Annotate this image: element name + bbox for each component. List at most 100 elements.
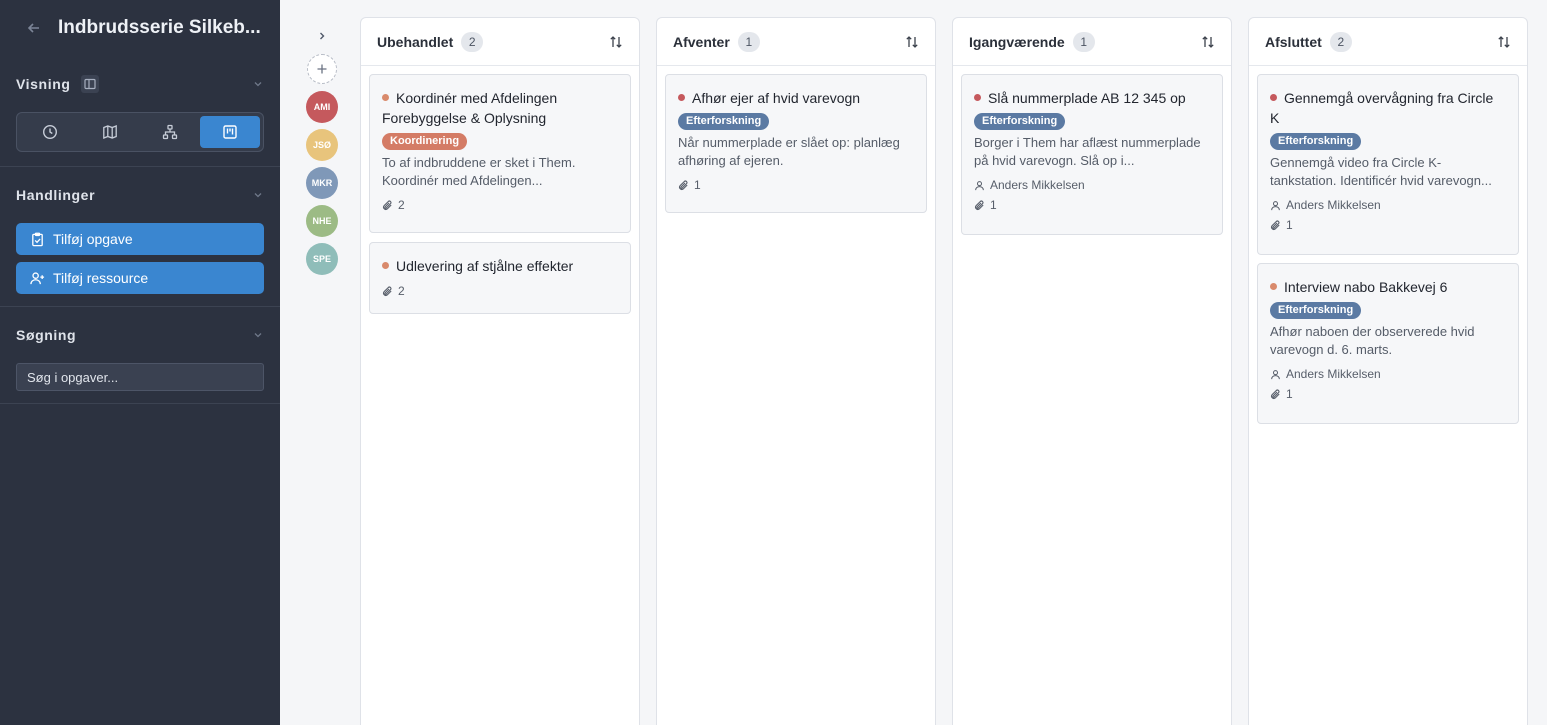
task-card[interactable]: Afhør ejer af hvid varevogn Efterforsknin… xyxy=(665,74,927,213)
task-card[interactable]: Udlevering af stjålne effekter 2 xyxy=(369,242,631,314)
task-card[interactable]: Koordinér med Afdelingen Forebyggelse & … xyxy=(369,74,631,233)
paperclip-icon xyxy=(678,180,694,191)
paperclip-icon xyxy=(1270,220,1286,231)
resource-avatar[interactable]: MKR xyxy=(306,167,338,199)
add-task-label: Tilføj opgave xyxy=(53,231,133,247)
assignee-name: Anders Mikkelsen xyxy=(990,178,1085,192)
task-search-box xyxy=(16,363,264,391)
task-title: Interview nabo Bakkevej 6 xyxy=(1270,277,1506,297)
column-header: Ubehandlet 2 xyxy=(361,18,639,66)
column-header: Afventer 1 xyxy=(657,18,935,66)
view-hierarchy-button[interactable] xyxy=(140,116,200,148)
resource-avatar-list: AMI JSØ MKR NHE SPE xyxy=(306,91,338,281)
resource-avatar[interactable]: AMI xyxy=(306,91,338,123)
attachment-count: 2 xyxy=(398,198,405,212)
search-section-header[interactable]: Søgning xyxy=(0,307,280,363)
priority-dot xyxy=(1270,283,1277,290)
task-attachments: 2 xyxy=(382,284,618,298)
view-map-button[interactable] xyxy=(80,116,140,148)
resource-avatar[interactable]: JSØ xyxy=(306,129,338,161)
task-title: Koordinér med Afdelingen Forebyggelse & … xyxy=(382,88,618,128)
user-plus-icon xyxy=(30,271,45,284)
column-header: Igangværende 1 xyxy=(953,18,1231,66)
paperclip-icon xyxy=(382,286,398,297)
clipboard-check-icon xyxy=(32,232,43,246)
view-section-header[interactable]: Visning xyxy=(0,56,280,112)
task-search-input[interactable] xyxy=(27,369,253,385)
chevron-right-icon[interactable] xyxy=(314,24,330,48)
board-column: Afventer 1 Afhør ejer af hvid varevogn Efte… xyxy=(656,17,936,725)
paperclip-icon xyxy=(1270,389,1286,400)
sort-icon[interactable] xyxy=(609,35,623,49)
search-section-title: Søgning xyxy=(16,327,77,343)
column-title: Afsluttet xyxy=(1265,33,1322,50)
hierarchy-icon xyxy=(162,124,178,140)
board-column: Igangværende 1 Slå nummerplade AB 12 345 o… xyxy=(952,17,1232,725)
task-card[interactable]: Slå nummerplade AB 12 345 op Efterforskni… xyxy=(961,74,1223,235)
view-timeline-button[interactable] xyxy=(20,116,80,148)
column-count-badge: 2 xyxy=(461,31,484,52)
chevron-down-icon[interactable] xyxy=(252,329,264,341)
resource-rail: AMI JSØ MKR NHE SPE xyxy=(300,24,344,281)
priority-dot xyxy=(678,94,685,101)
attachment-count: 1 xyxy=(694,178,701,192)
add-resource-button[interactable]: Tilføj ressource xyxy=(16,262,264,294)
chevron-down-icon[interactable] xyxy=(252,78,264,90)
column-count-badge: 1 xyxy=(737,31,760,52)
arrow-left-icon[interactable] xyxy=(26,20,42,36)
resource-avatar[interactable]: SPE xyxy=(306,243,338,275)
task-title-text: Slå nummerplade AB 12 345 op xyxy=(988,90,1186,106)
task-title: Afhør ejer af hvid varevogn xyxy=(678,88,914,108)
assignee-name: Anders Mikkelsen xyxy=(1286,198,1381,212)
view-board-button[interactable] xyxy=(200,116,260,148)
task-description: Når nummerplade er slået op: planlæg afh… xyxy=(678,135,900,168)
paperclip-icon xyxy=(974,200,990,211)
board-column: Afsluttet 2 Gennemgå overvågning fra Circl… xyxy=(1248,17,1528,725)
search-section: Søgning xyxy=(0,306,280,404)
task-title-text: Koordinér med Afdelingen Forebyggelse & … xyxy=(382,90,558,126)
task-title-text: Interview nabo Bakkevej 6 xyxy=(1284,279,1448,295)
actions-section-title: Handlinger xyxy=(16,187,96,203)
task-description: Afhør naboen der observerede hvid varevo… xyxy=(1270,324,1475,357)
sort-icon[interactable] xyxy=(1497,35,1511,49)
column-title: Afventer xyxy=(673,33,730,50)
task-title: Slå nummerplade AB 12 345 op xyxy=(974,88,1210,108)
sidebar-header: Indbrudsserie Silkeb... xyxy=(0,0,280,56)
app-title: Indbrudsserie Silkeb... xyxy=(58,17,261,38)
task-assignee: Anders Mikkelsen xyxy=(974,178,1210,192)
task-title-text: Udlevering af stjålne effekter xyxy=(396,258,574,274)
add-resource-icon[interactable] xyxy=(307,54,337,84)
column-header: Afsluttet 2 xyxy=(1249,18,1527,66)
view-mode-switcher xyxy=(16,112,264,152)
user-icon xyxy=(974,180,990,191)
sort-icon[interactable] xyxy=(905,35,919,49)
actions-section: Handlinger Tilføj opgave Tilføj ressourc… xyxy=(0,166,280,294)
attachment-count: 1 xyxy=(1286,218,1293,232)
task-title: Udlevering af stjålne effekter xyxy=(382,256,618,276)
column-count-badge: 2 xyxy=(1329,31,1352,52)
task-description: Gennemgå video fra Circle K-tankstation.… xyxy=(1270,155,1492,188)
column-title: Ubehandlet xyxy=(377,33,454,50)
category-tag: Koordinering xyxy=(382,133,468,150)
actions-section-header[interactable]: Handlinger xyxy=(0,167,280,223)
resource-avatar[interactable]: NHE xyxy=(306,205,338,237)
panel-layout-icon[interactable] xyxy=(80,75,99,93)
priority-dot xyxy=(382,262,389,269)
task-title: Gennemgå overvågning fra Circle K xyxy=(1270,88,1506,128)
task-description: To af indbruddene er sket i Them. Koordi… xyxy=(382,155,576,188)
attachment-count: 1 xyxy=(1286,387,1293,401)
user-icon xyxy=(1270,200,1286,211)
board-column: Ubehandlet 2 Koordinér med Afdelingen Fore… xyxy=(360,17,640,725)
task-card[interactable]: Gennemgå overvågning fra Circle K Efterfo… xyxy=(1257,74,1519,255)
sort-icon[interactable] xyxy=(1201,35,1215,49)
view-section-title: Visning xyxy=(16,76,71,92)
task-attachments: 1 xyxy=(1270,387,1506,401)
chevron-down-icon[interactable] xyxy=(252,189,264,201)
user-icon xyxy=(1270,369,1286,380)
column-title: Igangværende xyxy=(969,33,1065,50)
column-count-badge: 1 xyxy=(1072,31,1095,52)
task-card[interactable]: Interview nabo Bakkevej 6 Efterforskning A… xyxy=(1257,263,1519,424)
task-attachments: 2 xyxy=(382,198,618,212)
category-tag: Efterforskning xyxy=(1270,133,1362,150)
add-task-button[interactable]: Tilføj opgave xyxy=(16,223,264,255)
